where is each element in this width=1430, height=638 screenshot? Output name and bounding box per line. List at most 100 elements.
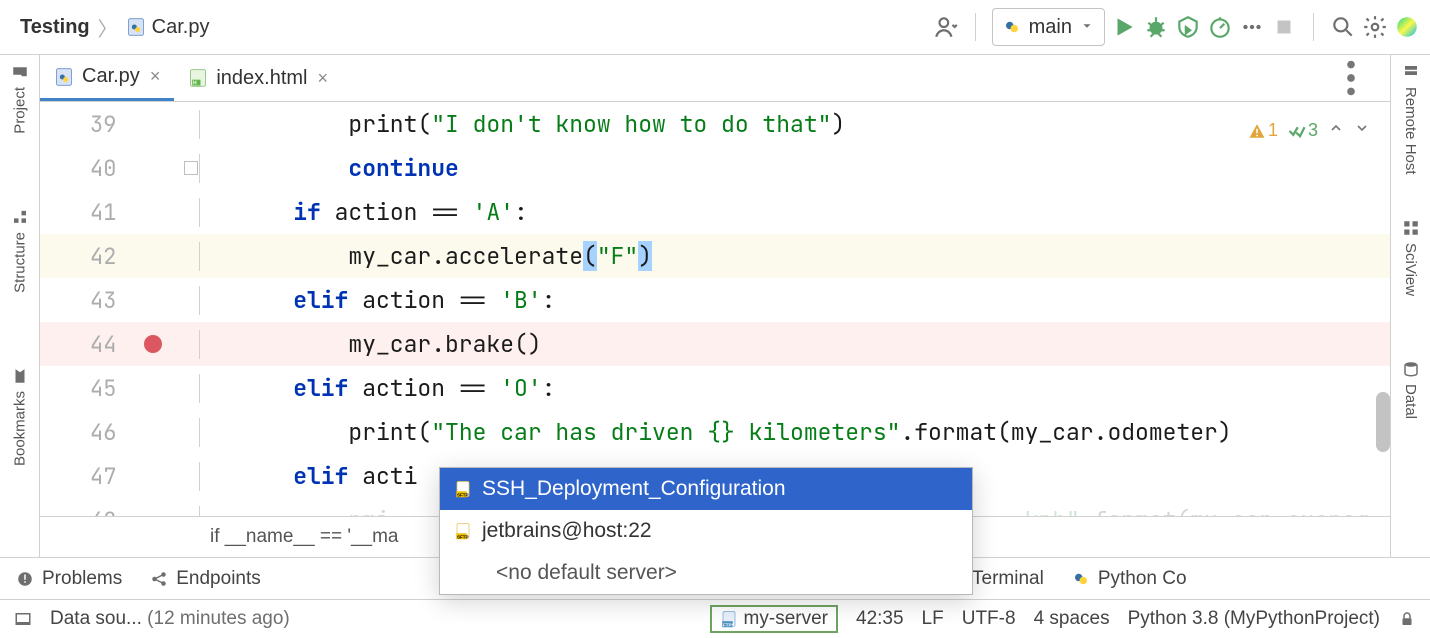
- code-line[interactable]: elif action == 'O':: [200, 373, 1390, 403]
- svg-text:FTPS: FTPS: [723, 622, 735, 627]
- tab-index-html-label: index.html: [216, 67, 307, 90]
- server-icon: [1402, 63, 1420, 81]
- code-line[interactable]: elif action == 'B':: [200, 285, 1390, 315]
- project-tool-label: Project: [11, 87, 28, 134]
- html-file-icon: H: [188, 68, 208, 88]
- status-message-time: (12 minutes ago): [147, 608, 290, 629]
- more-run-actions-icon[interactable]: [1239, 14, 1265, 40]
- warnings-indicator[interactable]: 1: [1248, 120, 1278, 141]
- run-config-label: main: [1029, 16, 1072, 39]
- run-config-selector[interactable]: main: [992, 8, 1105, 46]
- python-console-tool-tab[interactable]: Python Co: [1072, 568, 1187, 590]
- breadcrumb: Testing 〉 Car.py: [20, 13, 209, 42]
- editor-tabs: Car.py × H index.html ×: [40, 55, 1390, 102]
- code-line[interactable]: print("I don't know how to do that"): [200, 109, 1390, 139]
- line-number[interactable]: 43: [40, 286, 200, 315]
- tab-index-html[interactable]: H index.html ×: [174, 55, 342, 101]
- checks-count: 3: [1308, 120, 1318, 141]
- status-bar: Data sou... (12 minutes ago) FTPS my-ser…: [0, 599, 1430, 637]
- inspection-widget[interactable]: 1 3: [1248, 120, 1370, 141]
- line-number[interactable]: 39: [40, 110, 200, 139]
- structure-icon: [11, 208, 29, 226]
- popup-item-ssh-deployment[interactable]: SFTP SSH_Deployment_Configuration: [440, 468, 972, 510]
- hide-tool-windows-icon[interactable]: [14, 610, 32, 628]
- line-separator[interactable]: LF: [922, 608, 944, 630]
- svg-text:SFTP: SFTP: [457, 493, 469, 498]
- code-line[interactable]: my_car.accelerate("F"): [200, 241, 1390, 271]
- run-with-coverage-button[interactable]: [1175, 14, 1201, 40]
- endpoints-icon: [150, 570, 168, 588]
- remote-host-label: Remote Host: [1402, 87, 1419, 175]
- line-number[interactable]: 41: [40, 198, 200, 227]
- search-everywhere-button[interactable]: [1330, 14, 1356, 40]
- problems-label: Problems: [42, 568, 122, 590]
- line-number[interactable]: 47: [40, 462, 200, 491]
- deployment-server-widget[interactable]: FTPS my-server: [710, 605, 838, 633]
- endpoints-tool-tab[interactable]: Endpoints: [150, 568, 261, 590]
- warning-circle-icon: [16, 570, 34, 588]
- editor-breadcrumb-item: if __name__ == '__ma: [210, 526, 398, 548]
- sftp-file-icon: SFTP: [454, 480, 472, 498]
- user-with-dropdown-icon[interactable]: [933, 14, 959, 40]
- ftps-file-icon: FTPS: [720, 610, 738, 628]
- popup-item-no-default[interactable]: <no default server>: [440, 552, 972, 594]
- breakpoint-icon[interactable]: [144, 335, 162, 353]
- database-icon: [1402, 360, 1420, 378]
- code-line[interactable]: print("The car has driven {} kilometers"…: [200, 417, 1390, 447]
- bookmarks-tool-button[interactable]: Bookmarks: [11, 367, 29, 466]
- code-line[interactable]: if action == 'A':: [200, 197, 1390, 227]
- bookmark-icon: [11, 367, 29, 385]
- chevron-right-icon: 〉: [98, 13, 118, 42]
- prev-highlight-icon[interactable]: [1328, 120, 1344, 141]
- python-interpreter[interactable]: Python 3.8 (MyPythonProject): [1128, 608, 1380, 630]
- run-button[interactable]: [1111, 14, 1137, 40]
- popup-item-label: jetbrains@host:22: [482, 519, 652, 543]
- sciview-label: SciView: [1402, 243, 1419, 296]
- structure-tool-button[interactable]: Structure: [11, 208, 29, 293]
- popup-item-jetbrains-host[interactable]: SFTP jetbrains@host:22: [440, 510, 972, 552]
- warnings-count: 1: [1268, 120, 1278, 141]
- line-number[interactable]: 44: [40, 330, 200, 359]
- line-number[interactable]: 42: [40, 242, 200, 271]
- file-encoding[interactable]: UTF-8: [962, 608, 1016, 630]
- vertical-scrollbar[interactable]: [1376, 392, 1390, 452]
- debug-button[interactable]: [1143, 14, 1169, 40]
- code-editor[interactable]: 39 print("I don't know how to do that")4…: [40, 102, 1390, 516]
- breadcrumb-project[interactable]: Testing: [20, 16, 90, 39]
- caret-position[interactable]: 42:35: [856, 608, 904, 630]
- sciview-tool-button[interactable]: SciView: [1402, 219, 1420, 296]
- settings-button[interactable]: [1362, 14, 1388, 40]
- python-file-icon: [54, 67, 74, 87]
- project-tool-button[interactable]: Project: [11, 63, 29, 134]
- svg-text:H: H: [193, 81, 197, 87]
- line-number[interactable]: 46: [40, 418, 200, 447]
- database-tool-button[interactable]: Datal: [1402, 360, 1420, 419]
- remote-host-tool-button[interactable]: Remote Host: [1402, 63, 1420, 175]
- python-console-label: Python Co: [1098, 568, 1187, 590]
- close-tab-icon[interactable]: ×: [150, 66, 161, 87]
- lock-icon[interactable]: [1398, 610, 1416, 628]
- tab-car-py-label: Car.py: [82, 65, 140, 88]
- profile-button[interactable]: [1207, 14, 1233, 40]
- tabs-more-button[interactable]: [1312, 55, 1390, 101]
- python-file-icon: [126, 17, 146, 37]
- problems-tool-tab[interactable]: Problems: [16, 568, 122, 590]
- close-tab-icon[interactable]: ×: [317, 68, 328, 89]
- indent-settings[interactable]: 4 spaces: [1034, 608, 1110, 630]
- next-highlight-icon[interactable]: [1354, 120, 1370, 141]
- breadcrumb-file[interactable]: Car.py: [126, 16, 210, 39]
- svg-text:SFTP: SFTP: [457, 535, 469, 540]
- endpoints-label: Endpoints: [176, 568, 261, 590]
- terminal-label: Terminal: [972, 568, 1044, 590]
- line-number[interactable]: 48: [40, 506, 200, 517]
- checks-indicator[interactable]: 3: [1288, 120, 1318, 141]
- line-number[interactable]: 40: [40, 154, 200, 183]
- code-line[interactable]: my_car.brake(): [200, 329, 1390, 359]
- code-line[interactable]: continue: [200, 153, 1390, 183]
- jetbrains-toolbox-icon[interactable]: [1394, 14, 1420, 40]
- tab-car-py[interactable]: Car.py ×: [40, 55, 174, 101]
- status-message[interactable]: Data sou... (12 minutes ago): [50, 608, 290, 630]
- line-number[interactable]: 45: [40, 374, 200, 403]
- fold-handle-icon[interactable]: [184, 161, 198, 175]
- breadcrumb-file-label: Car.py: [152, 16, 210, 39]
